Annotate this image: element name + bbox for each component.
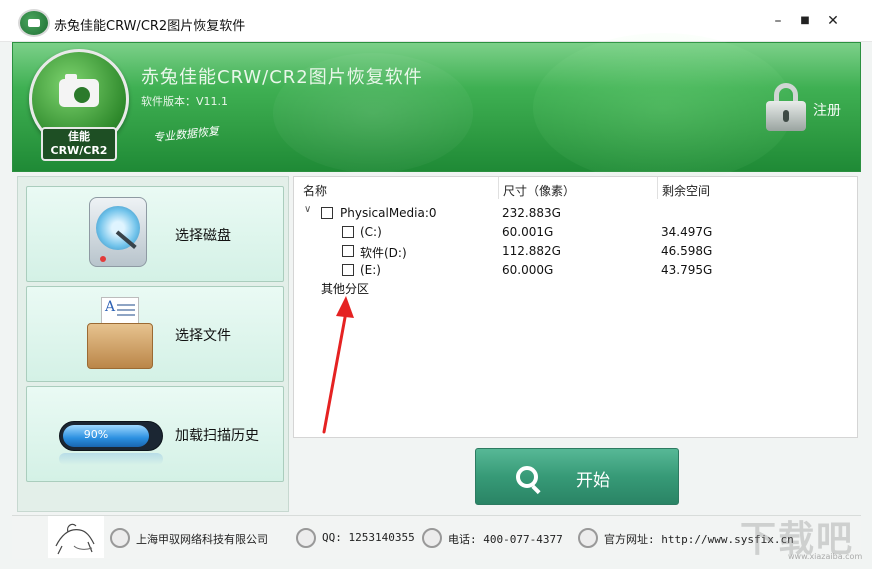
slogan: 专业数据恢复 — [152, 124, 220, 145]
qq-icon — [296, 528, 316, 548]
search-icon — [516, 466, 538, 488]
header-banner: 佳能 CRW/CR2 赤兔佳能CRW/CR2图片恢复软件 软件版本：V11.1 … — [12, 33, 861, 183]
sidebar: 选择磁盘 A 选择文件 90% 加载扫描历史 — [17, 176, 289, 512]
window-title: 赤兔佳能CRW/CR2图片恢复软件 — [54, 19, 246, 34]
app-icon — [18, 9, 50, 37]
row-size: 232.883G — [502, 206, 561, 220]
row-name: 软件(D:) — [360, 246, 407, 260]
camera-icon — [59, 74, 99, 107]
load-history-button[interactable]: 90% 加载扫描历史 — [26, 386, 284, 482]
load-history-label: 加载扫描历史 — [175, 428, 259, 444]
app-name: 赤兔佳能CRW/CR2图片恢复软件 — [141, 67, 423, 88]
select-disk-label: 选择磁盘 — [175, 228, 231, 244]
phone-number: 电话: 400-077-4377 — [448, 533, 563, 546]
document-line — [117, 309, 135, 311]
title-bar: 赤兔佳能CRW/CR2图片恢复软件 – ■ ✕ — [0, 0, 872, 42]
disk-body — [89, 197, 147, 267]
footer: 上海甲驭网络科技有限公司 QQ: 1253140355 电话: 400-077-… — [12, 515, 861, 559]
progress-text: 90% — [83, 428, 109, 441]
row-free: 46.598G — [661, 244, 713, 258]
minimize-button[interactable]: – — [769, 12, 787, 30]
version-label: 软件版本：V11.1 — [141, 95, 229, 108]
company-icon — [110, 528, 130, 548]
row-size: 60.000G — [502, 263, 554, 277]
column-header-name[interactable]: 名称 — [303, 182, 327, 199]
folder-body — [87, 323, 153, 369]
logo-line1: 佳能 — [68, 130, 90, 143]
qq-number: QQ: 1253140355 — [322, 531, 415, 544]
drive-list: 名称 尺寸（像素） 剩余空间 ∨ PhysicalMedia:0 232.883… — [293, 176, 858, 438]
checkbox[interactable] — [321, 207, 333, 219]
column-separator — [657, 177, 658, 199]
table-row[interactable]: ∨ PhysicalMedia:0 232.883G — [294, 204, 857, 223]
table-row[interactable]: 软件(D:) 112.882G 46.598G — [294, 242, 857, 261]
maximize-button[interactable]: ■ — [796, 12, 814, 30]
progress-track: 90% — [59, 421, 163, 451]
row-free: 34.497G — [661, 225, 713, 239]
table-row[interactable]: (C:) 60.001G 34.497G — [294, 223, 857, 242]
checkbox[interactable] — [342, 245, 354, 257]
row-name: PhysicalMedia:0 — [340, 206, 437, 220]
register-label: 注册 — [813, 103, 841, 119]
start-label: 开始 — [576, 471, 610, 491]
logo-line2: CRW/CR2 — [50, 144, 108, 157]
row-free: 43.795G — [661, 263, 713, 277]
company-name: 上海甲驭网络科技有限公司 — [136, 533, 268, 546]
company-logo-icon — [48, 516, 104, 558]
select-file-label: 选择文件 — [175, 328, 231, 344]
other-partition-item[interactable]: 其他分区 — [321, 280, 369, 297]
disk-led — [100, 256, 106, 262]
phone-icon — [422, 528, 442, 548]
lock-icon — [766, 83, 806, 131]
select-file-button[interactable]: A 选择文件 — [26, 286, 284, 382]
register-button[interactable]: 注册 — [760, 83, 860, 133]
globe-icon — [578, 528, 598, 548]
column-header-size[interactable]: 尺寸（像素） — [503, 182, 575, 199]
column-separator — [498, 177, 499, 199]
document-line — [117, 304, 135, 306]
row-size: 112.882G — [502, 244, 561, 258]
chevron-down-icon[interactable]: ∨ — [304, 204, 311, 215]
document-line — [117, 314, 135, 316]
row-size: 60.001G — [502, 225, 554, 239]
website-link[interactable]: 官方网址: http://www.sysfix.cn — [604, 531, 794, 547]
app-window: 赤兔佳能CRW/CR2图片恢复软件 – ■ ✕ 佳能 CRW/CR2 赤兔佳能C… — [0, 0, 872, 569]
row-name: (C:) — [360, 225, 382, 239]
row-name: (E:) — [360, 263, 381, 277]
banner-glow-2 — [533, 33, 793, 183]
column-header-free[interactable]: 剩余空间 — [662, 182, 710, 199]
close-button[interactable]: ✕ — [824, 12, 842, 30]
checkbox[interactable] — [342, 264, 354, 276]
disk-icon — [87, 195, 157, 275]
progress-icon: 90% — [59, 395, 163, 475]
start-button[interactable]: 开始 — [475, 448, 679, 505]
select-disk-button[interactable]: 选择磁盘 — [26, 186, 284, 282]
checkbox[interactable] — [342, 226, 354, 238]
progress-reflection — [59, 453, 163, 465]
app-logo: 佳能 CRW/CR2 — [29, 49, 129, 161]
logo-badge: 佳能 CRW/CR2 — [41, 127, 117, 161]
lock-body — [766, 101, 806, 131]
document-letter: A — [105, 299, 116, 315]
folder-icon: A — [87, 295, 157, 375]
table-row[interactable]: (E:) 60.000G 43.795G — [294, 261, 857, 280]
